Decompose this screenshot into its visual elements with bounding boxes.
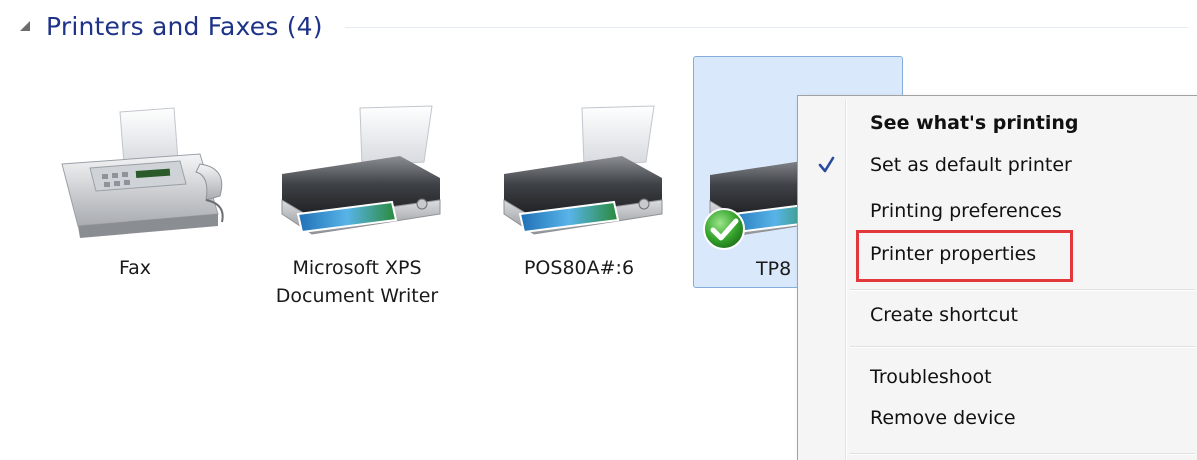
printer-icon [272, 104, 452, 249]
devices-and-printers-view: Printers and Faxes (4) Fax Microsoft XPS… [0, 0, 1197, 460]
fax-icon [50, 104, 230, 249]
menu-item-label: See what's printing [870, 112, 1079, 134]
menu-separator [850, 289, 1195, 291]
device-label: Microsoft XPS Document Writer [275, 257, 439, 307]
menu-separator [850, 346, 1195, 348]
group-divider [344, 26, 1188, 28]
menu-item-remove-device[interactable]: Remove device [801, 398, 1196, 438]
device-fax[interactable]: Fax [30, 56, 240, 288]
group-title[interactable]: Printers and Faxes (4) [46, 12, 323, 41]
menu-item-create-shortcut[interactable]: Create shortcut [801, 295, 1196, 335]
menu-separator [850, 453, 1195, 455]
menu-item-label: Create shortcut [870, 304, 1018, 326]
menu-item-label: Troubleshoot [870, 366, 992, 388]
menu-item-printing-preferences[interactable]: Printing preferences [801, 191, 1196, 231]
annotation-highlight-box [856, 230, 1073, 282]
menu-item-label: Set as default printer [870, 154, 1072, 176]
menu-item-troubleshoot[interactable]: Troubleshoot [801, 357, 1196, 397]
device-label: POS80A#:6 [523, 257, 635, 279]
default-checkmark-icon [702, 207, 746, 251]
printer-icon [494, 104, 674, 249]
device-label: Fax [118, 257, 152, 279]
device-microsoft-xps-document-writer[interactable]: Microsoft XPS Document Writer [252, 56, 462, 307]
menu-item-see-whats-printing[interactable]: See what's printing [801, 103, 1196, 143]
device-pos80a[interactable]: POS80A#:6 [474, 56, 684, 288]
menu-item-label: Printing preferences [870, 200, 1062, 222]
checkmark-icon [815, 154, 837, 176]
group-header: Printers and Faxes (4) [18, 6, 1188, 46]
collapse-triangle-icon[interactable] [18, 19, 32, 33]
menu-item-set-as-default-printer[interactable]: Set as default printer [801, 145, 1196, 185]
menu-item-label: Remove device [870, 407, 1016, 429]
